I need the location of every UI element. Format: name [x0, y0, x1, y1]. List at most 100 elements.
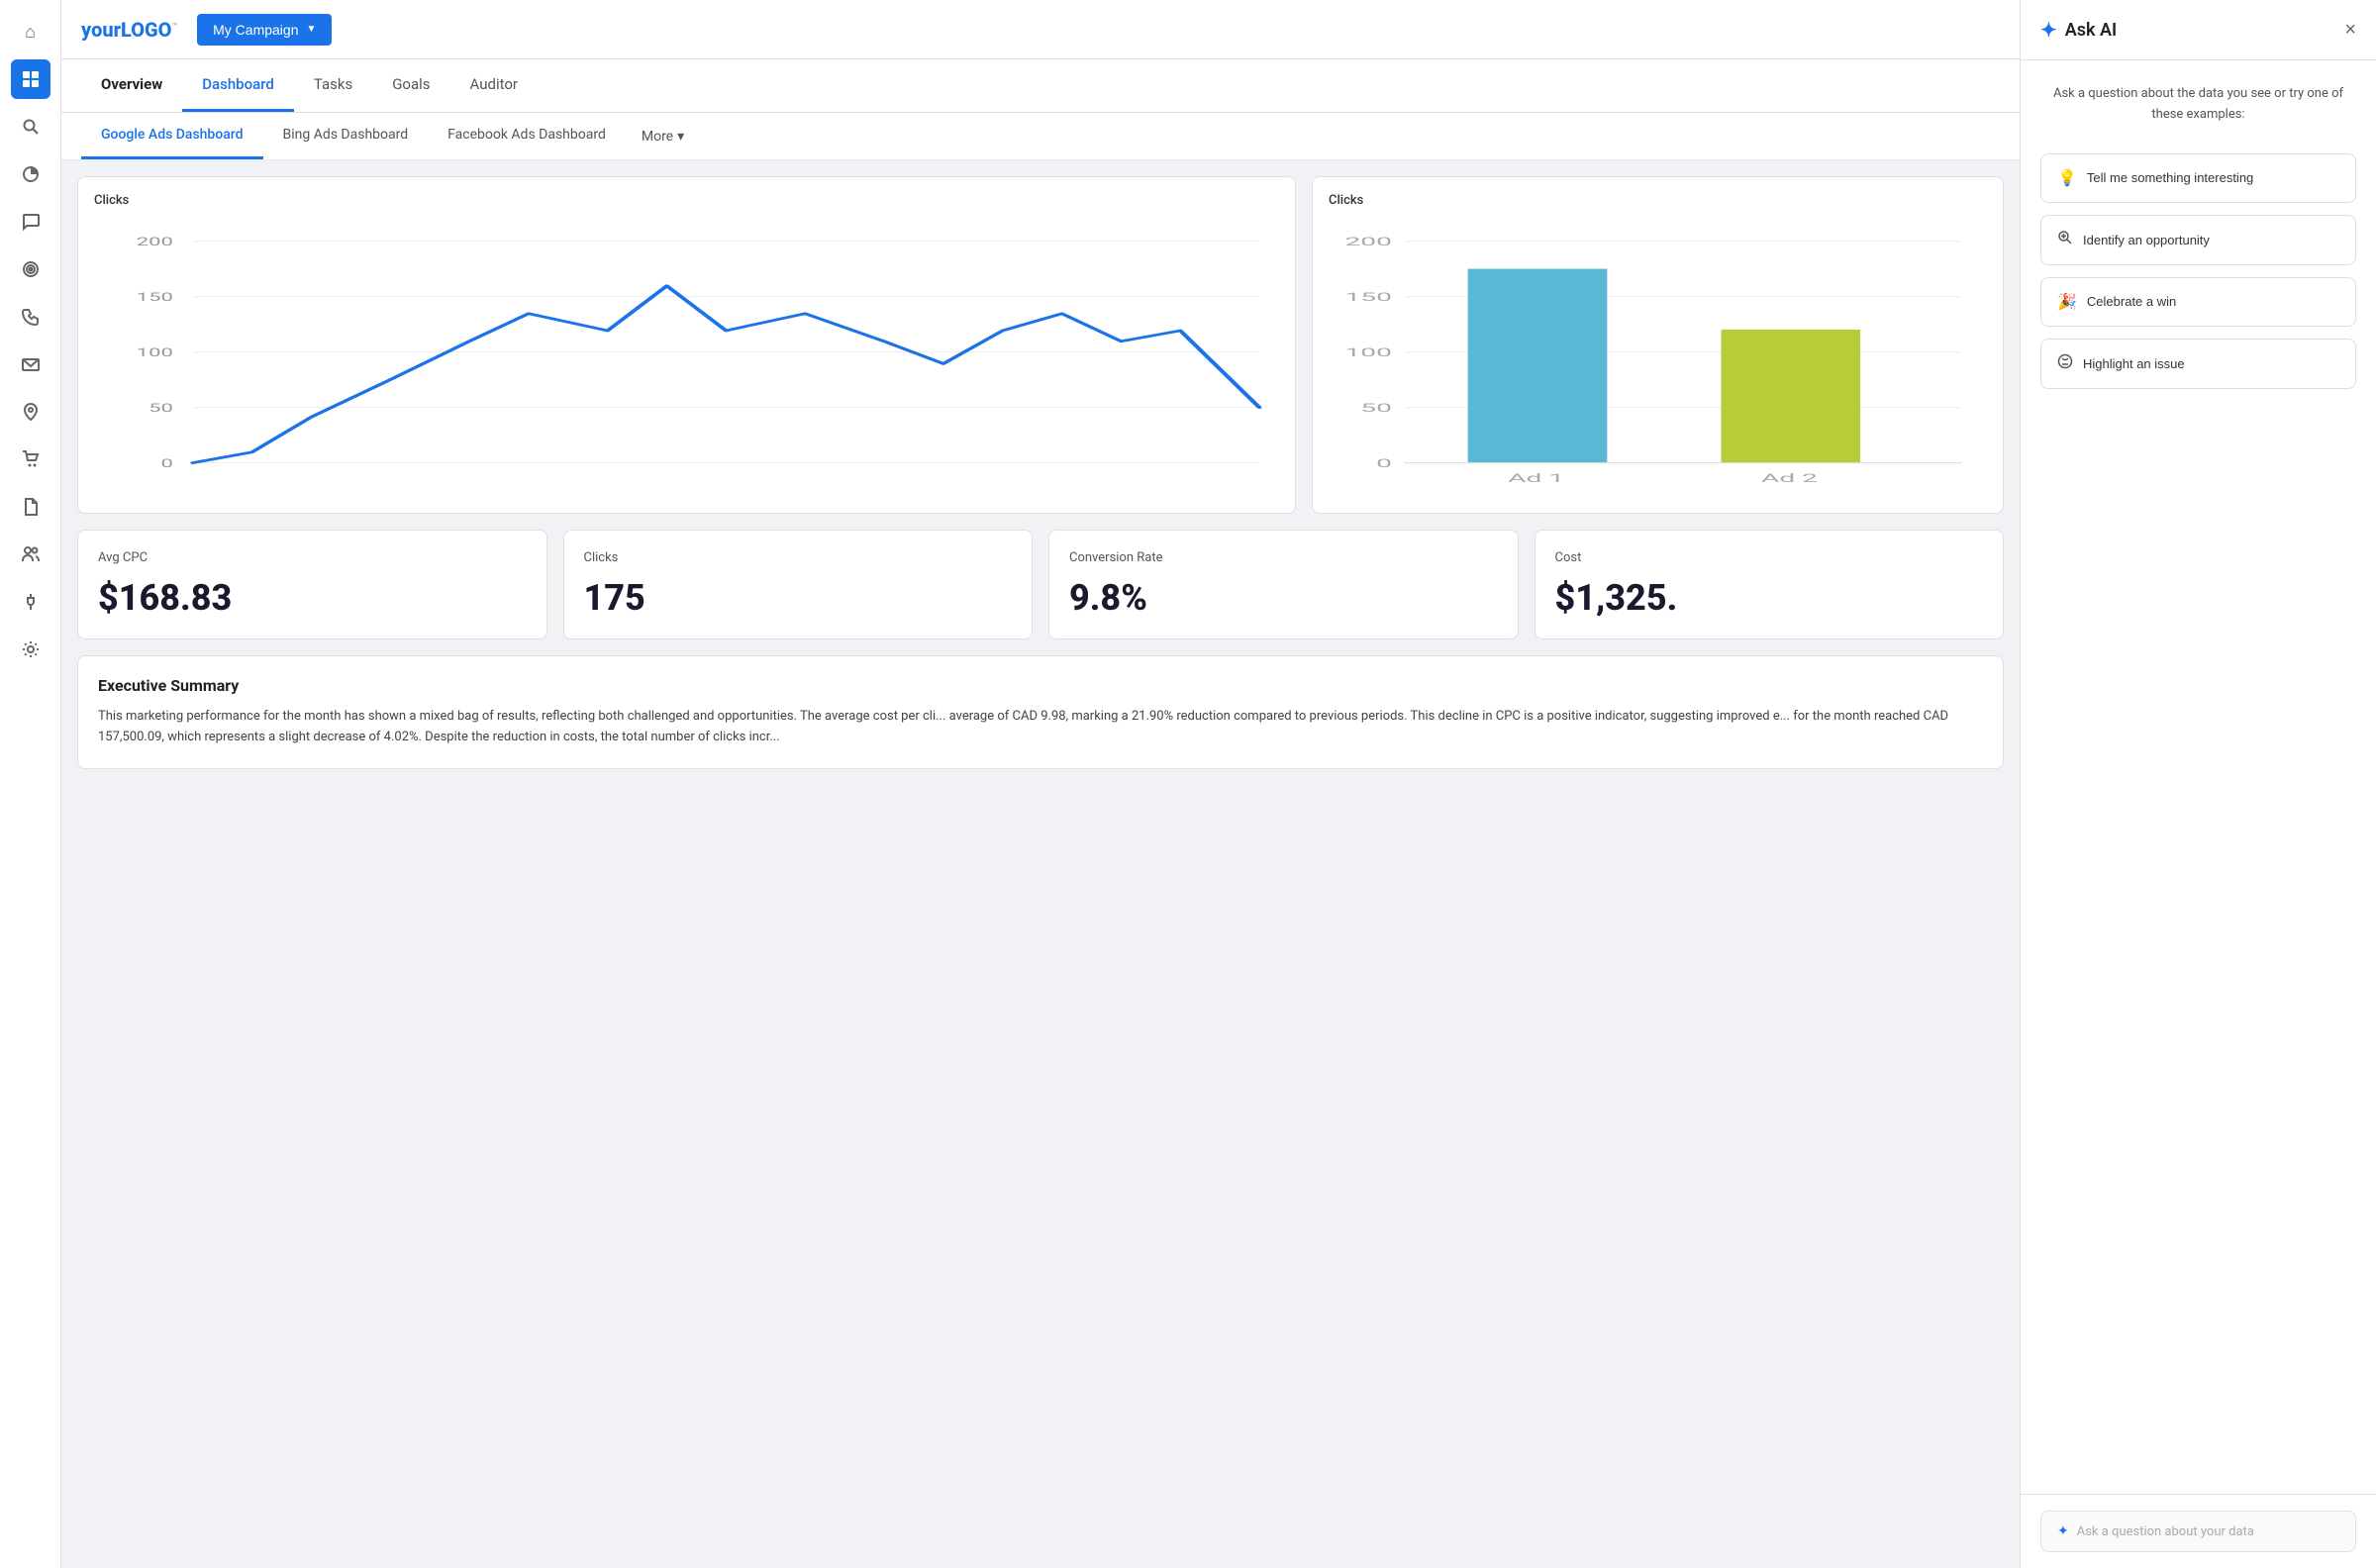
svg-text:50: 50	[148, 402, 173, 415]
line-chart-title: Clicks	[94, 193, 1279, 208]
ai-suggestion-interesting-label: Tell me something interesting	[2087, 170, 2253, 185]
svg-text:200: 200	[1345, 235, 1392, 248]
ai-input-sparkle-icon: ✦	[2057, 1523, 2069, 1539]
bar-ad1	[1468, 269, 1608, 463]
line-chart-container: 200 150 100 50 0	[94, 220, 1279, 497]
tab-goals[interactable]: Goals	[372, 59, 449, 112]
ai-suggestion-issue-label: Highlight an issue	[2083, 356, 2185, 371]
sidebar-icon-users[interactable]	[11, 535, 50, 574]
ai-suggestion-interesting[interactable]: 💡 Tell me something interesting	[2040, 153, 2356, 203]
ai-suggestion-opportunity[interactable]: Identify an opportunity	[2040, 215, 2356, 265]
sub-tab-google[interactable]: Google Ads Dashboard	[81, 113, 263, 159]
logo-trademark: ™	[171, 22, 177, 32]
ai-sparkle-icon: ✦	[2040, 18, 2057, 42]
executive-summary-title: Executive Summary	[98, 676, 1983, 695]
ai-panel: ✦ Ask AI × Ask a question about the data…	[2020, 0, 2376, 1568]
metric-label-avg-cpc: Avg CPC	[98, 550, 527, 565]
svg-text:200: 200	[137, 236, 173, 248]
svg-text:150: 150	[1345, 290, 1392, 304]
bar-chart-svg: 200 150 100 50 0 Ad 1 Ad 2	[1329, 220, 1987, 497]
bar-chart-card: Clicks 200 150 100 50 0	[1312, 176, 2004, 514]
metric-value-conversion: 9.8%	[1069, 577, 1498, 619]
sidebar-icon-location[interactable]	[11, 392, 50, 432]
tab-dashboard[interactable]: Dashboard	[182, 59, 294, 112]
ai-panel-body: Ask a question about the data you see or…	[2021, 60, 2376, 1494]
main-wrapper: yourLOGO™ My Campaign ▼ Overview Dashboa…	[61, 0, 2020, 1568]
metric-label-cost: Cost	[1555, 550, 1984, 565]
ai-suggestion-opportunity-label: Identify an opportunity	[2083, 233, 2210, 247]
issue-icon	[2057, 353, 2073, 374]
sidebar-icon-grid[interactable]	[11, 59, 50, 99]
sub-tab-bing[interactable]: Bing Ads Dashboard	[263, 113, 429, 159]
sidebar-icon-search[interactable]	[11, 107, 50, 147]
logo: yourLOGO™	[81, 18, 177, 42]
content-area: Clicks 200 150 100 50 0	[61, 160, 2020, 1568]
line-chart-path	[193, 286, 1259, 463]
executive-summary-card: Executive Summary This marketing perform…	[77, 655, 2004, 769]
logo-text-bold: LOGO	[121, 18, 171, 42]
campaign-button-label: My Campaign	[213, 22, 298, 38]
metric-value-avg-cpc: $168.83	[98, 577, 527, 619]
sidebar-icon-chat[interactable]	[11, 202, 50, 242]
metric-label-clicks: Clicks	[584, 550, 1013, 565]
logo-text-normal: your	[81, 18, 121, 42]
line-chart-svg: 200 150 100 50 0	[94, 220, 1279, 497]
metric-value-cost: $1,325.	[1555, 577, 1984, 619]
opportunity-icon	[2057, 230, 2073, 250]
metric-card-clicks: Clicks 175	[563, 530, 1034, 639]
more-chevron-icon: ▾	[677, 129, 684, 145]
ai-input-area: ✦ Ask a question about your data	[2021, 1494, 2376, 1568]
sidebar-icon-plug[interactable]	[11, 582, 50, 622]
campaign-button[interactable]: My Campaign ▼	[197, 14, 332, 46]
celebrate-icon: 🎉	[2057, 292, 2077, 312]
metric-card-conversion: Conversion Rate 9.8%	[1048, 530, 1519, 639]
svg-text:50: 50	[1360, 401, 1392, 415]
ai-input-box[interactable]: ✦ Ask a question about your data	[2040, 1511, 2356, 1552]
charts-row: Clicks 200 150 100 50 0	[77, 176, 2004, 514]
svg-text:100: 100	[137, 346, 173, 359]
metric-value-clicks: 175	[584, 577, 1013, 619]
ai-suggestion-celebrate-label: Celebrate a win	[2087, 294, 2176, 309]
sidebar: ⌂	[0, 0, 61, 1568]
ai-input-placeholder: Ask a question about your data	[2077, 1524, 2254, 1539]
sidebar-icon-mail[interactable]	[11, 344, 50, 384]
svg-text:150: 150	[137, 291, 173, 304]
sidebar-icon-settings[interactable]	[11, 630, 50, 669]
interesting-icon: 💡	[2057, 168, 2077, 188]
bar-ad2	[1721, 330, 1860, 463]
sub-tab-facebook[interactable]: Facebook Ads Dashboard	[428, 113, 626, 159]
sidebar-icon-target[interactable]	[11, 249, 50, 289]
more-label: More	[642, 129, 673, 145]
ai-suggestion-issue[interactable]: Highlight an issue	[2040, 339, 2356, 389]
sidebar-icon-doc[interactable]	[11, 487, 50, 527]
tab-auditor[interactable]: Auditor	[450, 59, 538, 112]
ai-prompt-text: Ask a question about the data you see or…	[2040, 84, 2356, 126]
tab-overview[interactable]: Overview	[81, 59, 182, 112]
sub-tabs: Google Ads Dashboard Bing Ads Dashboard …	[61, 113, 2020, 160]
ai-panel-header: ✦ Ask AI ×	[2021, 0, 2376, 60]
bar-chart-title: Clicks	[1329, 193, 1987, 208]
campaign-button-chevron: ▼	[307, 24, 317, 35]
ai-suggestion-celebrate[interactable]: 🎉 Celebrate a win	[2040, 277, 2356, 327]
metrics-row: Avg CPC $168.83 Clicks 175 Conversion Ra…	[77, 530, 2004, 639]
sidebar-icon-chart[interactable]	[11, 154, 50, 194]
metric-card-cost: Cost $1,325.	[1534, 530, 2005, 639]
sidebar-icon-cart[interactable]	[11, 440, 50, 479]
svg-text:0: 0	[160, 457, 172, 470]
svg-text:100: 100	[1345, 345, 1392, 359]
executive-summary-text: This marketing performance for the month…	[98, 707, 1983, 748]
header: yourLOGO™ My Campaign ▼	[61, 0, 2020, 59]
metric-label-conversion: Conversion Rate	[1069, 550, 1498, 565]
sub-tab-more[interactable]: More ▾	[626, 113, 700, 159]
sidebar-icon-phone[interactable]	[11, 297, 50, 337]
svg-text:Ad 1: Ad 1	[1508, 471, 1564, 485]
ai-close-button[interactable]: ×	[2344, 19, 2356, 42]
tab-tasks[interactable]: Tasks	[294, 59, 372, 112]
sidebar-icon-home[interactable]: ⌂	[11, 12, 50, 51]
svg-text:0: 0	[1376, 456, 1392, 470]
nav-tabs: Overview Dashboard Tasks Goals Auditor	[61, 59, 2020, 113]
metric-card-avg-cpc: Avg CPC $168.83	[77, 530, 547, 639]
ai-panel-title: ✦ Ask AI	[2040, 18, 2117, 42]
line-chart-card: Clicks 200 150 100 50 0	[77, 176, 1296, 514]
ai-title-text: Ask AI	[2065, 20, 2117, 41]
